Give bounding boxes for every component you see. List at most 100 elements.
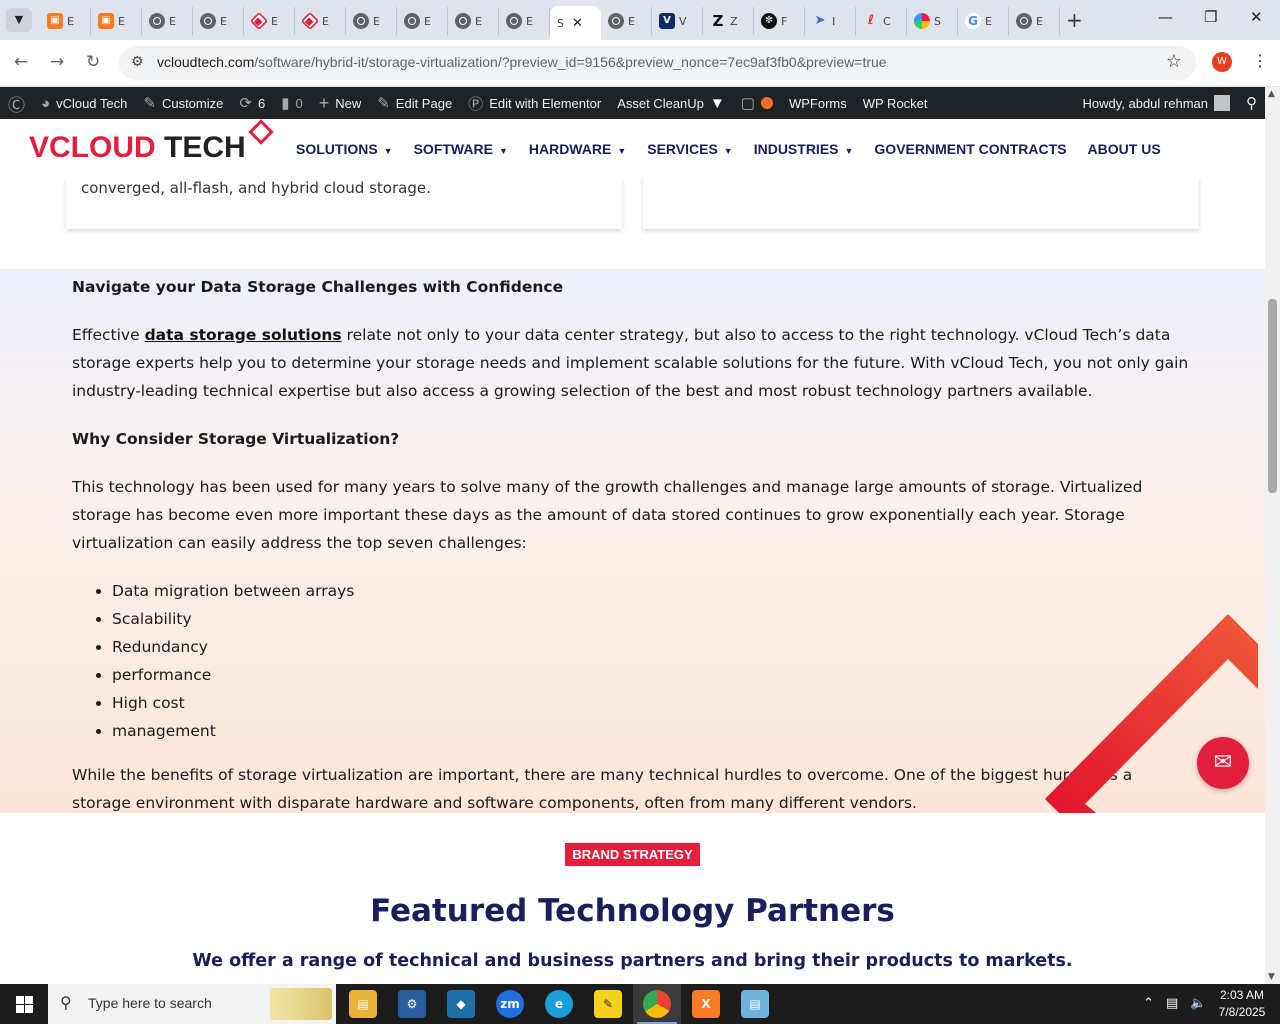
site-logo[interactable]: VCLOUD TECH bbox=[29, 131, 246, 165]
notepad-icon[interactable]: ▤ bbox=[741, 990, 769, 1018]
asset-cleanup-menu[interactable]: Asset CleanUp ▼ bbox=[609, 87, 733, 119]
nav-item-label: SOFTWARE bbox=[413, 141, 493, 157]
file-explorer-icon[interactable]: ▤ bbox=[349, 990, 377, 1018]
site-name-menu[interactable]: ◕ vCloud Tech bbox=[33, 87, 135, 119]
user-avatar bbox=[1214, 95, 1230, 111]
feature-card-text: converged, all-flash, and hybrid cloud s… bbox=[81, 179, 431, 197]
browser-tab[interactable]: ▣ E bbox=[40, 7, 91, 35]
scroll-thumb[interactable] bbox=[1268, 299, 1277, 493]
tab-list: ▣ E ▣ E E E ■ E ■ E E E E E S ✕ E V V Z Z ✼ F ➤ Iℓ C S G E E bbox=[40, 6, 1060, 40]
yoast-menu[interactable]: ▢ bbox=[733, 87, 781, 119]
back-icon[interactable]: ← bbox=[14, 52, 28, 72]
browser-tab[interactable]: E bbox=[346, 7, 397, 35]
scroll-up-icon[interactable]: ▲ bbox=[1268, 89, 1275, 99]
browser-tab[interactable]: ✼ F bbox=[754, 7, 805, 35]
comments-link[interactable]: ▮ 0 bbox=[273, 87, 311, 119]
network-icon[interactable]: ▤ bbox=[1166, 996, 1178, 1011]
section-heading-why: Why Consider Storage Virtualization? bbox=[72, 430, 400, 448]
nav-item-solutions[interactable]: SOLUTIONS ▼ bbox=[296, 141, 393, 157]
restore-icon[interactable]: ❐ bbox=[1204, 8, 1217, 26]
elementor-icon: ■ bbox=[249, 11, 269, 31]
tab-title: V bbox=[679, 14, 687, 28]
minimize-icon[interactable]: — bbox=[1158, 8, 1173, 26]
chrome-icon[interactable] bbox=[643, 990, 671, 1018]
nav-item-services[interactable]: SERVICES ▼ bbox=[647, 141, 732, 157]
browser-tab[interactable]: S bbox=[907, 7, 958, 35]
browser-tab[interactable]: ZZ bbox=[703, 7, 754, 35]
browser-tab[interactable]: ■ E bbox=[244, 7, 295, 35]
chat-button[interactable]: ✉ bbox=[1197, 737, 1249, 789]
windows-icon bbox=[15, 995, 33, 1013]
edit-elementor-link[interactable]: Ⓟ Edit with Elementor bbox=[460, 87, 609, 119]
browser-tab[interactable]: E bbox=[397, 7, 448, 35]
close-window-icon[interactable]: ✕ bbox=[1250, 8, 1263, 26]
browser-tab[interactable]: VV bbox=[652, 7, 703, 35]
browser-tab[interactable]: ▣ E bbox=[91, 7, 142, 35]
taskbar-search[interactable]: ⚲ Type here to search bbox=[48, 984, 336, 1024]
tab-title: E bbox=[373, 14, 380, 28]
edit-page-link[interactable]: ✎ Edit Page bbox=[369, 87, 460, 119]
zoom-icon[interactable]: zm bbox=[496, 990, 524, 1018]
elementor-icon: Ⓟ bbox=[468, 95, 484, 113]
address-bar[interactable]: ⚙ vcloudtech.com/software/hybrid-it/stor… bbox=[119, 46, 1196, 80]
asset-cleanup-label: Asset CleanUp bbox=[617, 95, 704, 111]
search-icon: ⚲ bbox=[60, 993, 72, 1012]
challenges-list: Data migration between arraysScalability… bbox=[112, 577, 1192, 745]
wpforms-label: WPForms bbox=[788, 95, 847, 111]
sticky-notes-icon[interactable]: ✎ bbox=[594, 990, 622, 1018]
page-scrollbar[interactable]: ▲ ▼ bbox=[1265, 87, 1280, 984]
nav-item-hardware[interactable]: HARDWARE ▼ bbox=[529, 141, 626, 157]
caret-down-icon: ▼ bbox=[383, 146, 393, 156]
section-paragraph-2: This technology has been used for many y… bbox=[72, 478, 1143, 552]
browser-tab[interactable]: ■ E bbox=[295, 7, 346, 35]
wprocket-menu[interactable]: WP Rocket bbox=[855, 87, 936, 119]
bookmark-star-icon[interactable]: ☆ bbox=[1166, 51, 1182, 72]
browser-tab[interactable]: GE bbox=[958, 7, 1009, 35]
section-heading-navigate: Navigate your Data Storage Challenges wi… bbox=[72, 278, 564, 296]
tray-expand-icon[interactable]: ⌃ bbox=[1143, 996, 1154, 1011]
list-item: Data migration between arrays bbox=[112, 577, 1192, 605]
updates-link[interactable]: ⟳ 6 bbox=[231, 87, 273, 119]
wpforms-menu[interactable]: WPForms bbox=[781, 87, 855, 119]
browser-tab[interactable]: ➤ I bbox=[805, 7, 856, 35]
browser-tab[interactable]: E bbox=[193, 7, 244, 35]
admin-search[interactable]: ⚲ bbox=[1238, 87, 1265, 119]
site-settings-icon[interactable]: ⚙ bbox=[131, 54, 144, 70]
tab-title: E bbox=[322, 14, 329, 28]
tab-search-button[interactable]: ▼ bbox=[6, 8, 32, 32]
browser-tab[interactable]: E bbox=[142, 7, 193, 35]
browser-tab[interactable]: E bbox=[1009, 7, 1060, 35]
nav-item-industries[interactable]: INDUSTRIES ▼ bbox=[754, 141, 854, 157]
new-tab-button[interactable]: + bbox=[1066, 8, 1083, 32]
scroll-down-icon[interactable]: ▼ bbox=[1268, 972, 1275, 982]
tab-close-icon[interactable]: ✕ bbox=[572, 16, 583, 31]
browser-tab[interactable]: E bbox=[601, 7, 652, 35]
nav-item-about-us[interactable]: ABOUT US bbox=[1088, 141, 1161, 157]
customize-link[interactable]: ✎ Customize bbox=[135, 87, 231, 119]
xampp-icon[interactable]: X bbox=[692, 990, 720, 1018]
globe-icon bbox=[455, 13, 471, 29]
start-button[interactable] bbox=[0, 984, 48, 1024]
my-account-menu[interactable]: Howdy, abdul rehman bbox=[1075, 87, 1239, 119]
taskbar-clock[interactable]: 2:03 AM 7/8/2025 bbox=[1212, 987, 1272, 1021]
nav-item-government-contracts[interactable]: GOVERNMENT CONTRACTS bbox=[874, 141, 1066, 157]
browser-tab[interactable]: E bbox=[499, 7, 550, 35]
app-diamond-icon[interactable]: ◆ bbox=[447, 990, 475, 1018]
forward-icon[interactable]: → bbox=[50, 52, 64, 72]
nav-item-software[interactable]: SOFTWARE ▼ bbox=[414, 141, 508, 157]
wp-logo-menu[interactable]: Ⓒ bbox=[0, 87, 33, 119]
data-storage-solutions-link[interactable]: data storage solutions bbox=[145, 326, 342, 344]
browser-tab[interactable]: ℓC bbox=[856, 7, 907, 35]
browser-tab[interactable]: E bbox=[448, 7, 499, 35]
volume-icon[interactable]: 🔈 bbox=[1190, 996, 1206, 1011]
reload-icon[interactable]: ↻ bbox=[86, 52, 100, 72]
app-icon[interactable]: ⚙ bbox=[398, 990, 426, 1018]
tab-active[interactable]: S ✕ bbox=[550, 6, 601, 40]
chatgpt-icon: ✼ bbox=[761, 13, 777, 29]
edge-icon[interactable]: e bbox=[545, 990, 573, 1018]
browser-menu-icon[interactable]: ⋮ bbox=[1252, 51, 1268, 70]
section-paragraph-3: While the benefits of storage virtualiza… bbox=[72, 766, 1133, 812]
profile-avatar[interactable]: W bbox=[1212, 52, 1232, 72]
tab-title: C bbox=[883, 14, 891, 28]
new-content-menu[interactable]: + New bbox=[311, 87, 370, 119]
